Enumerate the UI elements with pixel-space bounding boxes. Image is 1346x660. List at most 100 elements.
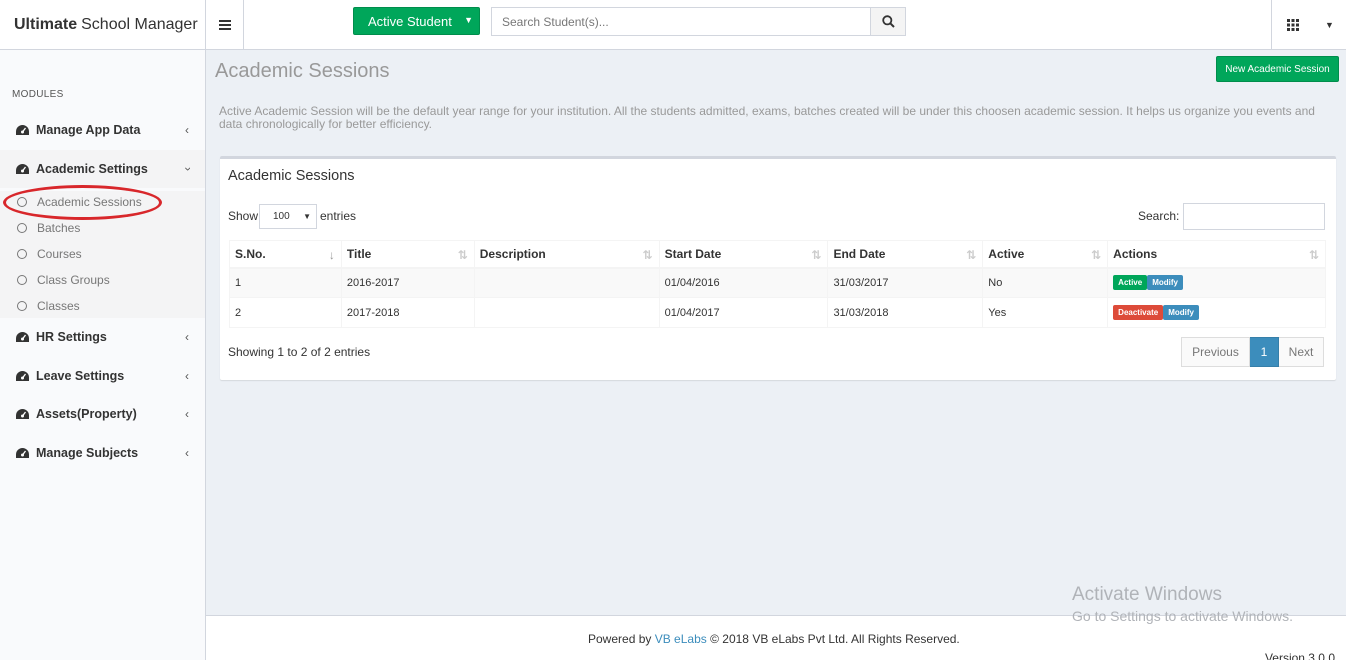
table-row: 1 2016-2017 01/04/2016 31/03/2017 No Act… bbox=[229, 267, 1326, 298]
user-dropdown-button[interactable]: ▼ bbox=[1313, 0, 1346, 50]
app-logo[interactable]: Ultimate School Manager bbox=[0, 0, 206, 50]
sort-icon: ⇅ bbox=[1091, 248, 1102, 262]
academic-settings-submenu: Academic Sessions Batches Courses Class … bbox=[0, 191, 205, 318]
sidebar-toggle-button[interactable] bbox=[206, 0, 244, 50]
circle-icon bbox=[17, 197, 27, 207]
cell-actions: Deactivate Modify bbox=[1107, 297, 1326, 328]
main-content: Academic Sessions New Academic Session A… bbox=[206, 50, 1346, 615]
chevron-left-icon: ‹ bbox=[185, 369, 189, 383]
column-header-title[interactable]: Title ⇅ bbox=[340, 240, 475, 269]
box-title: Academic Sessions bbox=[228, 168, 355, 184]
cell-end-date: 31/03/2017 bbox=[827, 267, 984, 298]
active-student-label: Active Student bbox=[368, 13, 452, 29]
sidebar-subitem-label: Courses bbox=[37, 247, 82, 261]
table-row: 2 2017-2018 01/04/2017 31/03/2018 Yes De… bbox=[229, 297, 1326, 328]
search-button[interactable] bbox=[871, 7, 906, 36]
sidebar-item-assets[interactable]: Assets(Property) ‹ bbox=[0, 395, 205, 433]
circle-icon bbox=[17, 301, 27, 311]
sidebar-item-academic-settings[interactable]: Academic Settings ‹ bbox=[0, 150, 205, 188]
new-academic-session-button[interactable]: New Academic Session bbox=[1216, 56, 1339, 82]
column-header-end-date[interactable]: End Date ⇅ bbox=[827, 240, 984, 269]
student-search-input[interactable] bbox=[491, 7, 871, 36]
sort-icon: ⇅ bbox=[642, 248, 653, 262]
pagination-page-1[interactable]: 1 bbox=[1250, 337, 1279, 367]
sidebar-subitem-label: Classes bbox=[37, 299, 80, 313]
sidebar-item-manage-app-data[interactable]: Manage App Data ‹ bbox=[0, 111, 205, 149]
cell-active: No bbox=[982, 267, 1109, 298]
sort-icon: ⇅ bbox=[966, 248, 977, 262]
sidebar-item-label: Leave Settings bbox=[36, 369, 125, 383]
column-header-description[interactable]: Description ⇅ bbox=[473, 240, 660, 269]
pagination-next[interactable]: Next bbox=[1279, 337, 1324, 367]
chevron-left-icon: ‹ bbox=[185, 446, 189, 460]
modify-button[interactable]: Modify bbox=[1147, 275, 1183, 291]
entries-per-page-select[interactable]: 100 ▼ bbox=[259, 204, 317, 229]
circle-icon bbox=[17, 223, 27, 233]
sidebar-subitem-academic-sessions[interactable]: Academic Sessions bbox=[0, 189, 205, 215]
sort-icon: ⇅ bbox=[457, 248, 468, 262]
circle-icon bbox=[17, 249, 27, 259]
modify-button[interactable]: Modify bbox=[1163, 305, 1199, 320]
activate-button[interactable]: Active bbox=[1113, 275, 1148, 291]
cell-sno: 1 bbox=[229, 267, 342, 298]
brand-rest: School Manager bbox=[81, 16, 198, 33]
sidebar: MODULES Manage App Data ‹ Academic Setti… bbox=[0, 50, 206, 660]
sort-asc-icon: ↓ bbox=[328, 248, 335, 262]
column-header-start-date[interactable]: Start Date ⇅ bbox=[658, 240, 829, 269]
caret-down-icon: ▼ bbox=[303, 212, 311, 221]
column-header-sno[interactable]: S.No. ↓ bbox=[229, 240, 342, 269]
cell-title: 2016-2017 bbox=[340, 267, 475, 298]
cell-start-date: 01/04/2017 bbox=[658, 297, 829, 328]
footer: Powered by VB eLabs © 2018 VB eLabs Pvt … bbox=[206, 615, 1346, 660]
sidebar-subitem-class-groups[interactable]: Class Groups bbox=[0, 267, 205, 293]
sidebar-item-label: HR Settings bbox=[36, 330, 107, 344]
sidebar-item-label: Assets(Property) bbox=[36, 407, 137, 421]
circle-icon bbox=[17, 275, 27, 285]
column-header-active[interactable]: Active ⇅ bbox=[982, 240, 1109, 269]
active-student-dropdown[interactable]: Active Student ▼ bbox=[353, 7, 480, 35]
footer-copyright: Powered by VB eLabs © 2018 VB eLabs Pvt … bbox=[588, 632, 960, 646]
academic-sessions-box: Academic Sessions Show 100 ▼ entries Sea… bbox=[220, 156, 1336, 380]
student-search bbox=[491, 7, 906, 36]
sidebar-subitem-label: Academic Sessions bbox=[37, 195, 142, 209]
sessions-table: S.No. ↓ Title ⇅ Description ⇅ Start Date ⇅ E… bbox=[229, 240, 1326, 328]
table-search-input[interactable] bbox=[1183, 203, 1325, 230]
cell-title: 2017-2018 bbox=[340, 297, 475, 328]
cell-end-date: 31/03/2018 bbox=[827, 297, 984, 328]
caret-down-icon: ▼ bbox=[464, 15, 473, 25]
sidebar-subitem-batches[interactable]: Batches bbox=[0, 215, 205, 241]
cell-start-date: 01/04/2016 bbox=[658, 267, 829, 298]
table-info: Showing 1 to 2 of 2 entries bbox=[228, 345, 371, 359]
page-title: Academic Sessions bbox=[215, 60, 390, 82]
column-header-actions[interactable]: Actions ⇅ bbox=[1107, 240, 1326, 269]
sidebar-item-manage-subjects[interactable]: Manage Subjects ‹ bbox=[0, 434, 205, 472]
sidebar-item-hr-settings[interactable]: HR Settings ‹ bbox=[0, 318, 205, 356]
dashboard-icon bbox=[16, 125, 29, 135]
sidebar-subitem-courses[interactable]: Courses bbox=[0, 241, 205, 267]
chevron-left-icon: ‹ bbox=[185, 123, 189, 137]
cell-active: Yes bbox=[982, 297, 1109, 328]
sidebar-item-label: Manage Subjects bbox=[36, 446, 139, 460]
cell-description bbox=[473, 297, 660, 328]
sidebar-subitem-classes[interactable]: Classes bbox=[0, 293, 205, 319]
sidebar-item-leave-settings[interactable]: Leave Settings ‹ bbox=[0, 357, 205, 395]
show-label: Show bbox=[228, 209, 259, 223]
brand-bold: Ultimate bbox=[14, 16, 78, 33]
chevron-left-icon: ‹ bbox=[185, 330, 189, 344]
sort-icon: ⇅ bbox=[1308, 248, 1319, 262]
dashboard-icon bbox=[16, 371, 29, 381]
sidebar-item-label: Academic Settings bbox=[36, 162, 148, 176]
apps-menu-button[interactable] bbox=[1271, 0, 1313, 50]
deactivate-button[interactable]: Deactivate bbox=[1113, 305, 1164, 320]
dashboard-icon bbox=[16, 332, 29, 342]
dashboard-icon bbox=[16, 448, 29, 458]
sidebar-subitem-label: Class Groups bbox=[37, 273, 110, 287]
dashboard-icon bbox=[16, 409, 29, 419]
page-description: Active Academic Session will be the defa… bbox=[219, 104, 1315, 131]
caret-down-icon: ▼ bbox=[1325, 20, 1334, 30]
cell-sno: 2 bbox=[229, 297, 342, 328]
chevron-down-icon: ‹ bbox=[180, 167, 194, 171]
vb-elabs-link[interactable]: VB eLabs bbox=[655, 632, 707, 646]
pagination-previous[interactable]: Previous bbox=[1181, 337, 1250, 367]
sort-icon: ⇅ bbox=[811, 248, 822, 262]
